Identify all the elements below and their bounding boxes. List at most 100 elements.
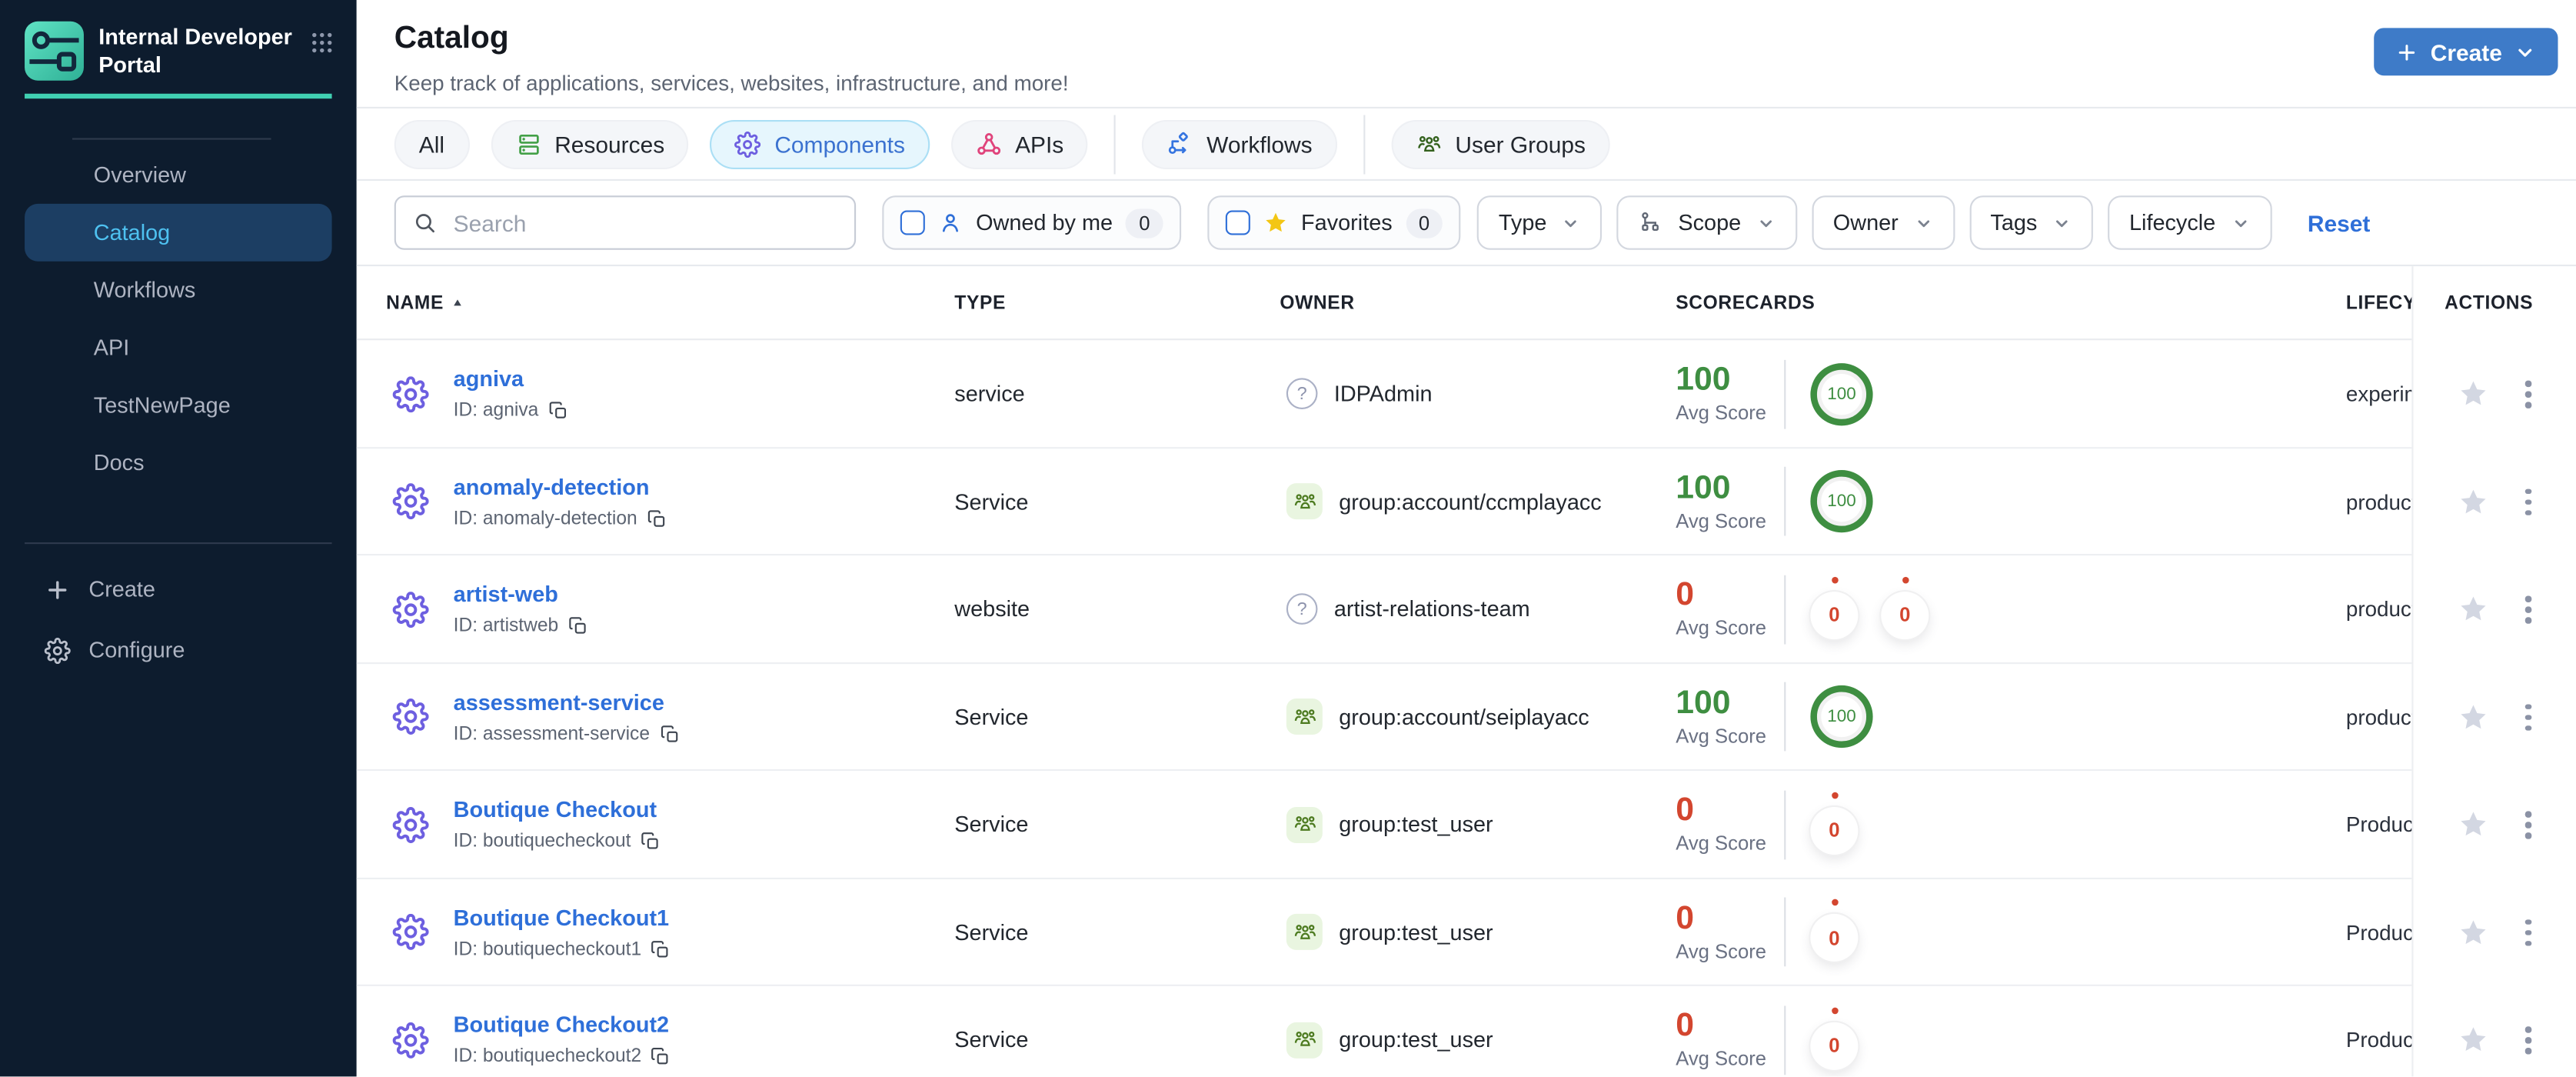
- create-button[interactable]: Create: [2375, 28, 2558, 76]
- scorecard-ring-green[interactable]: 100: [1810, 685, 1873, 749]
- scorecard-ring-green[interactable]: 100: [1810, 362, 1873, 425]
- row-menu-icon[interactable]: [2524, 714, 2531, 720]
- scope-filter-dropdown[interactable]: Scope: [1617, 195, 1797, 250]
- favorite-star-icon[interactable]: [2458, 378, 2489, 410]
- owner-filter-dropdown[interactable]: Owner: [1812, 195, 1955, 250]
- entity-lifecycle: Production: [2345, 812, 2411, 838]
- plus-icon: [2396, 40, 2419, 63]
- catalog-table: NAME TYPE OWNER SCORECARDS LIFECYCLE ACT…: [356, 266, 2576, 1077]
- favorite-star-icon[interactable]: [2458, 1025, 2489, 1056]
- entity-name-link[interactable]: Boutique Checkout1: [454, 905, 671, 930]
- table-body: agniva ID: agniva service ? IDPAdmin 100…: [356, 340, 2576, 1076]
- tags-filter-dropdown[interactable]: Tags: [1969, 195, 2094, 250]
- scorecard-ring-green[interactable]: 100: [1810, 470, 1873, 533]
- entity-name-link[interactable]: artist-web: [454, 582, 588, 607]
- sidebar-item-docs[interactable]: Docs: [25, 434, 332, 492]
- scorecard-ring-zero[interactable]: 0: [1881, 591, 1929, 639]
- sidebar-item-catalog[interactable]: Catalog: [25, 203, 332, 262]
- sidebar-item-create[interactable]: Create: [45, 559, 357, 619]
- group-icon: [1286, 1022, 1323, 1059]
- table-row: Boutique Checkout1 ID: boutiquecheckout1…: [356, 879, 2576, 986]
- owned-by-me-checkbox[interactable]: [900, 210, 925, 235]
- person-icon: [938, 210, 963, 235]
- group-icon: [1286, 699, 1323, 735]
- app-canvas: Internal Developer Portal Overview Catalo…: [0, 0, 2576, 1077]
- grid-icon[interactable]: [309, 29, 335, 55]
- name-cell: Boutique Checkout1 ID: boutiquecheckout1: [392, 879, 671, 986]
- avg-score-value: 100: [1676, 685, 1731, 722]
- favorites-checkbox[interactable]: [1225, 210, 1250, 235]
- tab-user-groups[interactable]: User Groups: [1391, 118, 1611, 168]
- scorecards-cell: 0 Avg Score 0: [1676, 879, 1859, 986]
- filter-bar: Owned by me 0 Favorites 0 Type Scope Own…: [356, 181, 2576, 267]
- score-divider: [1784, 467, 1786, 537]
- lifecycle-filter-dropdown[interactable]: Lifecycle: [2108, 195, 2271, 250]
- row-menu-icon[interactable]: [2524, 391, 2531, 397]
- chevron-down-icon: [1913, 213, 1933, 233]
- sidebar-item-overview[interactable]: Overview: [25, 146, 332, 204]
- favorite-star-icon[interactable]: [2458, 486, 2489, 518]
- row-actions: [2458, 340, 2541, 448]
- favorite-star-icon[interactable]: [2458, 702, 2489, 733]
- entity-name-link[interactable]: assessment-service: [454, 690, 680, 715]
- entity-name-link[interactable]: Boutique Checkout: [454, 798, 661, 822]
- scorecard-ring-zero[interactable]: 0: [1810, 806, 1859, 855]
- copy-icon[interactable]: [641, 832, 661, 852]
- copy-icon[interactable]: [660, 725, 680, 745]
- tab-all[interactable]: All: [394, 118, 470, 168]
- sidebar-item-api[interactable]: API: [25, 318, 332, 376]
- row-actions: [2458, 555, 2541, 663]
- scorecard-ring-zero[interactable]: 0: [1810, 1022, 1859, 1070]
- entity-type: Service: [954, 812, 1029, 838]
- type-filter-dropdown[interactable]: Type: [1477, 195, 1603, 250]
- tab-resources[interactable]: Resources: [490, 118, 690, 168]
- copy-icon[interactable]: [651, 1047, 671, 1067]
- entity-name-link[interactable]: anomaly-detection: [454, 475, 667, 499]
- scorecard-ring-zero[interactable]: 0: [1810, 914, 1859, 962]
- tab-workflows[interactable]: Workflows: [1142, 118, 1337, 168]
- entity-name-link[interactable]: agniva: [454, 367, 568, 392]
- owned-by-me-filter[interactable]: Owned by me 0: [882, 195, 1182, 250]
- sidebar-footer-nav: Create Configure: [0, 544, 357, 680]
- component-gear-icon: [392, 375, 429, 412]
- name-cell: Boutique Checkout ID: boutiquecheckout: [392, 771, 661, 879]
- reset-filters-link[interactable]: Reset: [2308, 209, 2370, 235]
- scorecard-ring-zero[interactable]: 0: [1810, 591, 1859, 639]
- catalog-kind-tabs: All Resources Components APIs Workflows …: [356, 108, 2576, 182]
- favorite-star-icon[interactable]: [2458, 917, 2489, 949]
- favorite-star-icon[interactable]: [2458, 809, 2489, 841]
- sidebar-item-configure[interactable]: Configure: [44, 619, 357, 680]
- star-icon: [1263, 210, 1288, 235]
- scorecards-cell: 100 Avg Score 100: [1676, 663, 1873, 771]
- row-menu-icon[interactable]: [2524, 822, 2531, 828]
- column-header-name[interactable]: NAME: [386, 293, 465, 313]
- favorites-count: 0: [1405, 208, 1443, 238]
- sidebar-item-workflows[interactable]: Workflows: [25, 262, 332, 319]
- favorite-star-icon[interactable]: [2458, 594, 2489, 625]
- entity-id: ID: boutiquecheckout2: [454, 1047, 671, 1067]
- entity-name-link[interactable]: Boutique Checkout2: [454, 1013, 671, 1038]
- row-menu-icon[interactable]: [2524, 1037, 2531, 1043]
- copy-icon[interactable]: [568, 617, 588, 637]
- row-menu-icon[interactable]: [2524, 929, 2531, 935]
- entity-lifecycle: Production: [2345, 1027, 2411, 1052]
- avg-score-value: 0: [1676, 792, 1694, 829]
- table-header-row: NAME TYPE OWNER SCORECARDS LIFECYCLE ACT…: [356, 266, 2576, 341]
- tab-apis[interactable]: APIs: [950, 118, 1089, 168]
- copy-icon[interactable]: [548, 402, 568, 422]
- row-menu-icon[interactable]: [2524, 498, 2531, 505]
- sidebar-item-testnewpage[interactable]: TestNewPage: [25, 376, 332, 434]
- scorecard-rings: 0: [1810, 902, 1859, 962]
- row-menu-icon[interactable]: [2524, 606, 2531, 612]
- search-input[interactable]: [450, 208, 838, 238]
- avg-score-label: Avg Score: [1676, 1047, 1767, 1071]
- brand-title: Internal Developer Portal: [98, 25, 292, 77]
- entity-owner: ? IDPAdmin: [1286, 340, 1433, 448]
- tab-components[interactable]: Components: [710, 118, 930, 168]
- copy-icon[interactable]: [651, 940, 671, 960]
- copy-icon[interactable]: [647, 509, 667, 529]
- entity-type: Service: [954, 489, 1029, 515]
- favorites-filter[interactable]: Favorites 0: [1207, 195, 1461, 250]
- entity-lifecycle: production: [2345, 705, 2411, 730]
- search-box[interactable]: [394, 195, 857, 250]
